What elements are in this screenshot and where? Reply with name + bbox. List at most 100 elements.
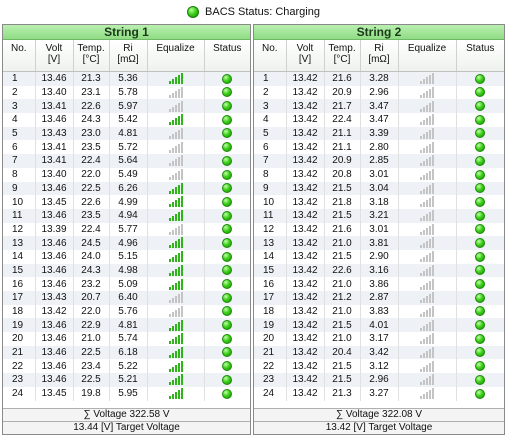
status-led-icon xyxy=(475,361,486,372)
col-temp-unit: [°C] xyxy=(333,54,351,65)
cell-volt: 13.42 xyxy=(286,236,325,250)
equalize-bars-icon xyxy=(168,86,183,98)
cell-status xyxy=(204,332,250,346)
equalize-bar xyxy=(429,184,431,194)
cell-temp: 21.8 xyxy=(324,195,361,209)
cell-temp: 19.8 xyxy=(73,386,110,401)
cell-status xyxy=(456,208,504,223)
equalize-bar xyxy=(171,380,174,386)
cell-temp: 21.6 xyxy=(324,71,361,86)
equalize-bar xyxy=(423,175,425,181)
equalize-bar xyxy=(423,147,425,153)
equalize-bar xyxy=(171,188,174,194)
cell-no: 14 xyxy=(254,249,287,264)
equalize-bar xyxy=(432,223,434,235)
table-row: 17 13.42 21.2 2.87 xyxy=(254,291,504,305)
equalize-bar xyxy=(177,157,180,167)
equalize-bars-icon xyxy=(168,292,183,304)
string-1-rows: 1 13.46 21.3 5.36 2 13.40 23.1 5.78 3 13.41 22.6 5.… xyxy=(3,71,250,401)
table-row: 9 13.46 22.5 6.26 xyxy=(3,181,250,196)
equalize-bar xyxy=(423,366,425,372)
cell-ri: 6.26 xyxy=(109,181,148,196)
equalize-bar xyxy=(180,100,183,112)
equalize-bars-icon xyxy=(420,346,434,358)
cell-volt: 13.43 xyxy=(35,126,74,141)
cell-temp: 20.9 xyxy=(324,154,361,168)
equalize-bar xyxy=(426,118,428,126)
cell-equalize xyxy=(147,318,205,333)
equalize-bar xyxy=(426,378,428,386)
cell-temp: 21.5 xyxy=(324,373,361,387)
cell-no: 10 xyxy=(254,195,287,209)
equalize-bar xyxy=(432,86,434,98)
table-row: 20 13.46 21.0 5.74 xyxy=(3,332,250,346)
cell-status xyxy=(204,236,250,250)
cell-ri: 2.96 xyxy=(360,85,399,100)
equalize-bar xyxy=(420,300,422,304)
cell-temp: 21.5 xyxy=(324,181,361,196)
cell-volt: 13.42 xyxy=(286,167,325,182)
equalize-bar xyxy=(180,114,183,126)
cell-equalize xyxy=(398,386,457,401)
cell-ri: 5.36 xyxy=(109,71,148,86)
cell-ri: 3.47 xyxy=(360,99,399,114)
status-led-icon xyxy=(475,87,486,98)
string-2-panel: String 2 No. Volt [V] Temp. [°C] Ri [mΩ] Eq… xyxy=(253,24,505,435)
status-led-icon xyxy=(222,279,233,290)
cell-no: 19 xyxy=(3,318,36,333)
cell-volt: 13.42 xyxy=(286,359,325,374)
cell-ri: 4.96 xyxy=(109,236,148,250)
status-led-icon xyxy=(222,388,233,399)
bacs-status-bar: BACS Status: Charging xyxy=(0,0,507,24)
cell-no: 18 xyxy=(254,304,287,319)
col-temp-unit: [°C] xyxy=(82,54,100,65)
status-led-icon xyxy=(475,333,486,344)
cell-status xyxy=(204,291,250,305)
status-led-icon xyxy=(475,320,486,331)
col-ri-unit: [mΩ] xyxy=(117,54,139,65)
table-row: 16 13.42 21.0 3.86 xyxy=(254,277,504,291)
col-temp-label: Temp. xyxy=(328,43,356,54)
col-no-label: No. xyxy=(261,43,278,54)
equalize-bars-icon xyxy=(168,182,183,194)
table-row: 6 13.41 23.5 5.72 xyxy=(3,140,250,155)
equalize-bar xyxy=(423,339,425,345)
cell-volt: 13.42 xyxy=(286,126,325,141)
cell-equalize xyxy=(147,304,205,319)
table-row: 3 13.42 21.7 3.47 xyxy=(254,99,504,114)
equalize-bar xyxy=(171,243,174,249)
table-row: 13 13.46 24.5 4.96 xyxy=(3,236,250,250)
equalize-bar xyxy=(420,94,422,98)
equalize-bars-icon xyxy=(168,237,183,249)
equalize-bar xyxy=(171,270,174,276)
cell-volt: 13.42 xyxy=(286,373,325,387)
equalize-bar xyxy=(180,333,183,345)
status-led-icon xyxy=(475,128,486,139)
col-header-volt: Volt [V] xyxy=(286,40,325,72)
table-row: 14 13.42 21.5 2.90 xyxy=(254,249,504,264)
equalize-bar xyxy=(426,77,428,85)
cell-no: 10 xyxy=(3,195,36,209)
cell-volt: 13.40 xyxy=(35,167,74,182)
equalize-bars-icon xyxy=(168,169,183,181)
equalize-bar xyxy=(180,196,183,208)
equalize-bar xyxy=(174,214,177,222)
cell-ri: 3.01 xyxy=(360,222,399,237)
string-1-sum-voltage: ∑ Voltage 322.58 V xyxy=(3,408,250,421)
equalize-bars-icon xyxy=(168,127,183,139)
equalize-bar xyxy=(423,298,425,304)
cell-no: 2 xyxy=(3,85,36,100)
cell-ri: 3.47 xyxy=(360,113,399,127)
equalize-bar xyxy=(174,200,177,208)
equalize-bar xyxy=(429,116,431,126)
cell-no: 3 xyxy=(3,99,36,114)
equalize-bar xyxy=(174,159,177,167)
cell-no: 6 xyxy=(254,140,287,155)
table-row: 2 13.42 20.9 2.96 xyxy=(254,85,504,100)
cell-status xyxy=(456,85,504,100)
cell-ri: 2.85 xyxy=(360,154,399,168)
status-led-icon xyxy=(222,183,233,194)
status-led-icon xyxy=(222,333,233,344)
cell-ri: 2.90 xyxy=(360,249,399,264)
cell-temp: 21.0 xyxy=(324,332,361,346)
